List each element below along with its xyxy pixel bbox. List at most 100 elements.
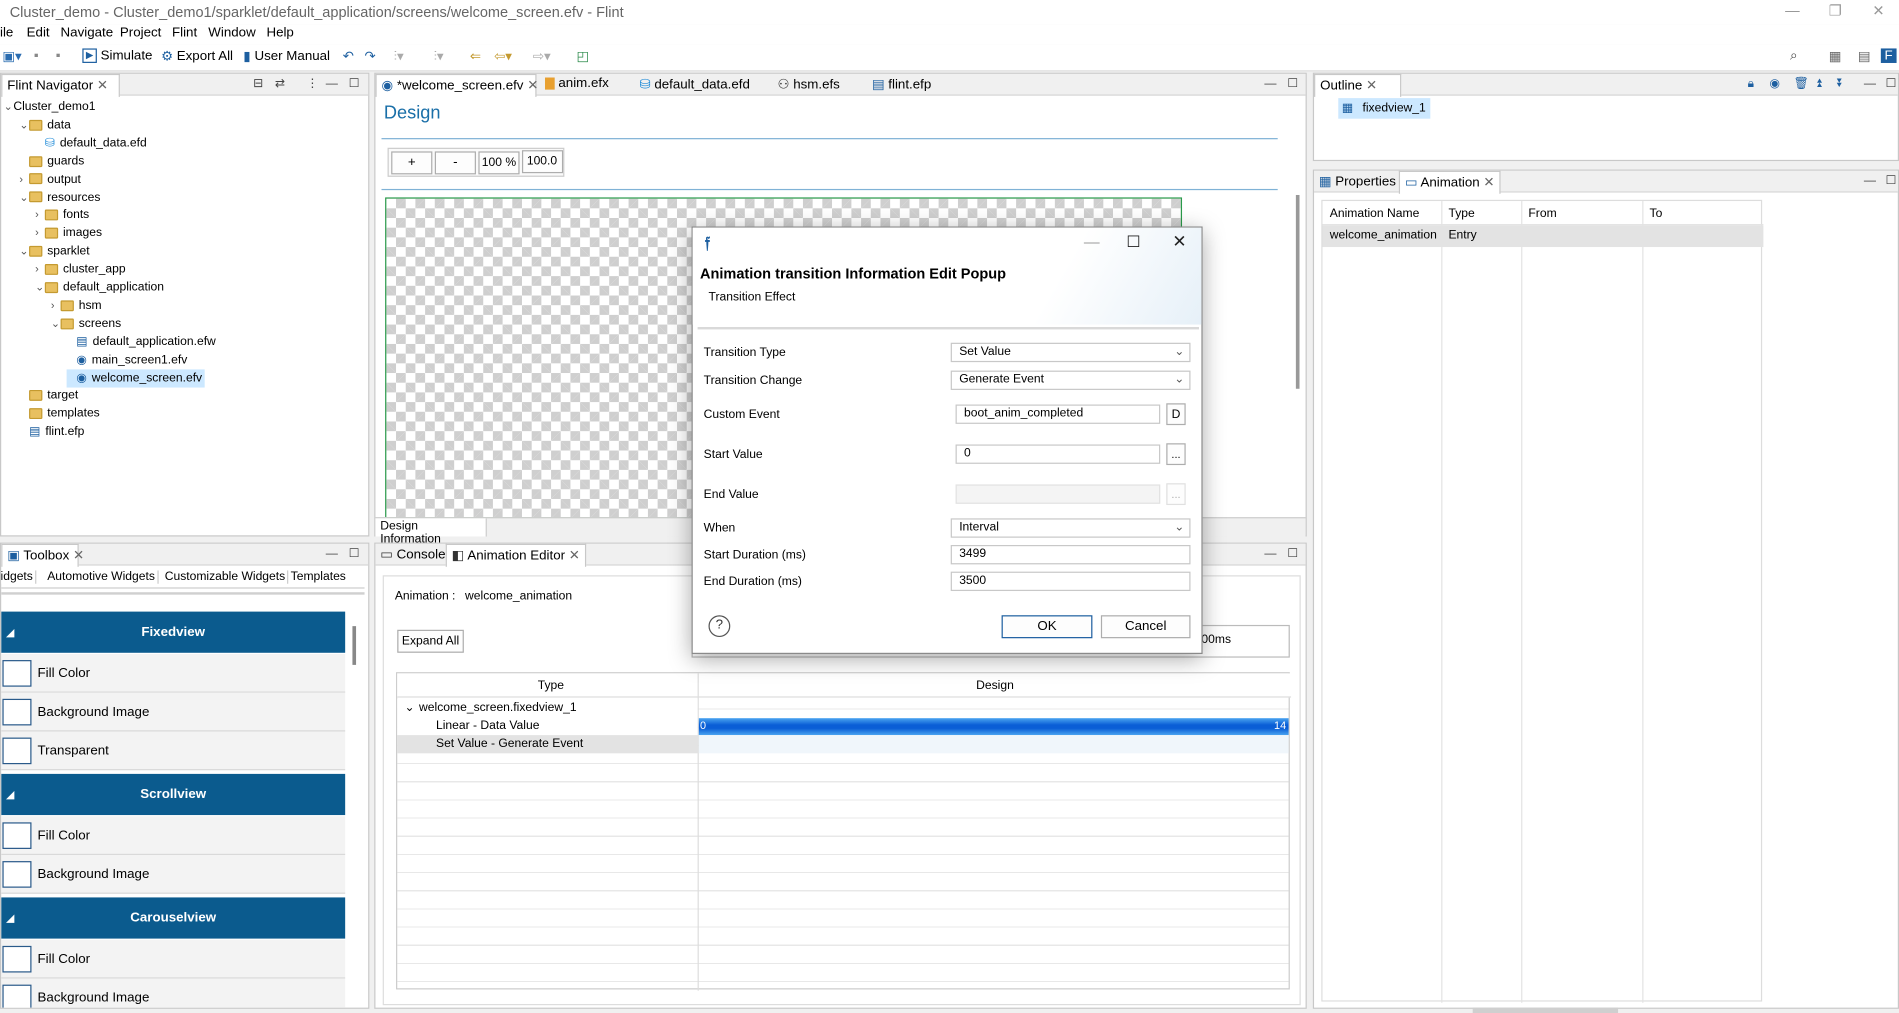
col-from[interactable]: From xyxy=(1528,207,1556,220)
layout-icon[interactable]: ▤ xyxy=(1858,48,1871,65)
dialog-close-button[interactable]: ✕ xyxy=(1172,231,1186,252)
zoom-input[interactable]: 100.0 xyxy=(521,150,564,174)
col-animation-name[interactable]: Animation Name xyxy=(1330,207,1420,220)
tab-properties[interactable]: ▦ Properties xyxy=(1319,173,1396,189)
tree-item[interactable]: › output xyxy=(19,170,81,188)
tab-toolbox[interactable]: ▣ Toolbox ✕ xyxy=(1,543,84,567)
close-icon[interactable]: ✕ xyxy=(1483,176,1494,191)
tree-item[interactable]: ⌄ sparklet xyxy=(19,242,89,260)
tree-item[interactable]: ⌄ data xyxy=(19,116,70,134)
minimize-icon[interactable]: — xyxy=(326,547,338,560)
tab-console[interactable]: ▭ Console xyxy=(380,546,445,562)
expand-all-button[interactable]: Expand All xyxy=(397,629,464,653)
toolbox-item[interactable]: Fill Color xyxy=(1,653,346,693)
close-icon[interactable]: ✕ xyxy=(569,549,580,564)
end-duration-input[interactable]: 3500 xyxy=(950,571,1191,592)
minimize-icon[interactable]: — xyxy=(326,78,338,91)
close-icon[interactable]: ✕ xyxy=(73,549,84,564)
chevron-right-icon[interactable]: › xyxy=(35,206,45,224)
help-icon[interactable]: ? xyxy=(708,615,731,638)
minimize-button[interactable]: — xyxy=(1785,2,1800,19)
ok-button[interactable]: OK xyxy=(1001,615,1093,639)
col-type[interactable]: Type xyxy=(538,679,564,692)
transition-change-select[interactable]: Generate Event ⌄ xyxy=(950,370,1191,390)
collapse-icon[interactable]: ◢ xyxy=(6,774,14,815)
tree-item[interactable]: templates xyxy=(19,405,100,423)
tree-row-fixedview[interactable]: ⌄ welcome_screen.fixedview_1 xyxy=(397,698,698,717)
tab-animation-editor[interactable]: ◧ Animation Editor ✕ xyxy=(445,543,587,567)
col-type[interactable]: Type xyxy=(1448,207,1474,220)
toolbox-section-header[interactable]: ◢ Scrollview xyxy=(1,773,346,816)
toolbox-item[interactable]: Background Image xyxy=(1,692,346,732)
link-editor-icon[interactable]: ⇄ xyxy=(275,78,285,91)
distribute-icon[interactable]: ⫶▾ xyxy=(434,48,444,65)
category-templates[interactable]: Templates xyxy=(288,570,348,583)
chevron-right-icon[interactable]: › xyxy=(35,261,45,279)
tree-item[interactable]: ◉ welcome_screen.efv xyxy=(66,368,205,387)
tab-default-data[interactable]: ⛁ default_data.efd xyxy=(639,76,749,93)
maximize-icon[interactable]: ☐ xyxy=(1287,547,1298,560)
lock-icon[interactable]: 🔒︎ xyxy=(1748,78,1754,91)
start-value-input[interactable]: 0 xyxy=(955,444,1161,464)
expand-icon[interactable]: ⌄ xyxy=(405,699,415,717)
maximize-icon[interactable]: ☐ xyxy=(1886,78,1897,91)
menu-help[interactable]: Help xyxy=(266,25,293,40)
minimize-icon[interactable]: — xyxy=(1264,78,1276,91)
close-icon[interactable]: ✕ xyxy=(1366,79,1377,94)
tab-welcome-screen[interactable]: ◉ *welcome_screen.efv ✕ xyxy=(375,73,538,97)
timeline-bar-set-value[interactable] xyxy=(698,735,1289,754)
menu-navigate[interactable]: Navigate xyxy=(61,25,114,40)
start-duration-input[interactable]: 3499 xyxy=(950,544,1191,565)
chevron-down-icon[interactable]: ⌄ xyxy=(19,242,29,260)
align-icon[interactable]: ⫶▾ xyxy=(394,48,404,65)
chevron-right-icon[interactable]: › xyxy=(19,170,29,188)
tree-item[interactable]: › fonts xyxy=(35,206,89,224)
toolbox-section-header[interactable]: ◢ Fixedview xyxy=(1,611,346,653)
menu-file[interactable]: ile xyxy=(0,25,13,40)
collapse-all-icon[interactable]: ⊟ xyxy=(253,78,263,91)
toolbox-scrollbar[interactable] xyxy=(352,626,357,665)
menu-window[interactable]: Window xyxy=(208,25,255,40)
save-all-icon[interactable]: ▪ xyxy=(56,48,61,63)
toolbox-item[interactable]: Fill Color xyxy=(1,939,346,979)
minimize-icon[interactable]: — xyxy=(1864,174,1876,187)
chevron-right-icon[interactable]: › xyxy=(35,224,45,242)
restore-button[interactable]: ❐ xyxy=(1829,2,1842,19)
perspective-icon[interactable]: ▦ xyxy=(1829,48,1842,65)
next-edit-icon[interactable]: ⇨▾ xyxy=(533,48,551,65)
open-perspective-icon[interactable]: ◰ xyxy=(576,48,589,65)
tree-item[interactable]: guards xyxy=(19,152,84,170)
tree-item[interactable]: › hsm xyxy=(51,297,102,315)
minimize-icon[interactable]: — xyxy=(1264,547,1276,560)
prev-edit-icon[interactable]: ⇦▾ xyxy=(494,48,512,65)
simulate-button[interactable]: ▶ Simulate xyxy=(82,48,152,64)
collapse-icon[interactable]: ◢ xyxy=(6,612,14,653)
tree-row-set-value[interactable]: Set Value - Generate Event xyxy=(397,735,698,754)
tree-item[interactable]: ⛁ default_data.efd xyxy=(35,134,147,152)
zoom-in-button[interactable]: + xyxy=(391,151,433,175)
flint-perspective-icon[interactable]: F xyxy=(1880,48,1897,63)
close-icon[interactable]: ✕ xyxy=(97,79,108,94)
tree-item[interactable]: target xyxy=(19,387,78,405)
toolbox-item[interactable]: Background Image xyxy=(1,855,346,894)
category-widgets[interactable]: Widgets xyxy=(1,570,37,584)
when-select[interactable]: Interval ⌄ xyxy=(950,518,1191,538)
tab-hsm[interactable]: ⚇ hsm.efs xyxy=(778,76,840,93)
view-menu-icon[interactable]: ⋮ xyxy=(306,78,318,91)
tab-anim[interactable]: anim.efx xyxy=(544,76,609,91)
tree-row-linear[interactable]: Linear - Data Value xyxy=(397,716,698,736)
menu-edit[interactable]: Edit xyxy=(27,25,50,40)
cancel-button[interactable]: Cancel xyxy=(1100,615,1191,639)
tree-item[interactable]: ⌄ screens xyxy=(51,315,121,333)
tab-flint-navigator[interactable]: Flint Navigator ✕ xyxy=(1,73,120,97)
maximize-icon[interactable]: ☐ xyxy=(1886,174,1897,187)
save-icon[interactable]: ▪ xyxy=(34,48,39,63)
menu-project[interactable]: Project xyxy=(120,25,161,40)
redo-icon[interactable]: ↷ xyxy=(365,48,376,65)
menu-flint[interactable]: Flint xyxy=(172,25,197,40)
visibility-icon[interactable]: ◉ xyxy=(1769,78,1780,91)
col-design[interactable]: Design xyxy=(976,679,1014,692)
outline-item-fixedview[interactable]: ▦ fixedview_1 xyxy=(1338,98,1431,119)
tab-flint-efp[interactable]: ▤ flint.efp xyxy=(872,76,931,93)
timeline-bar-linear[interactable]: 0 14 xyxy=(698,718,1289,736)
